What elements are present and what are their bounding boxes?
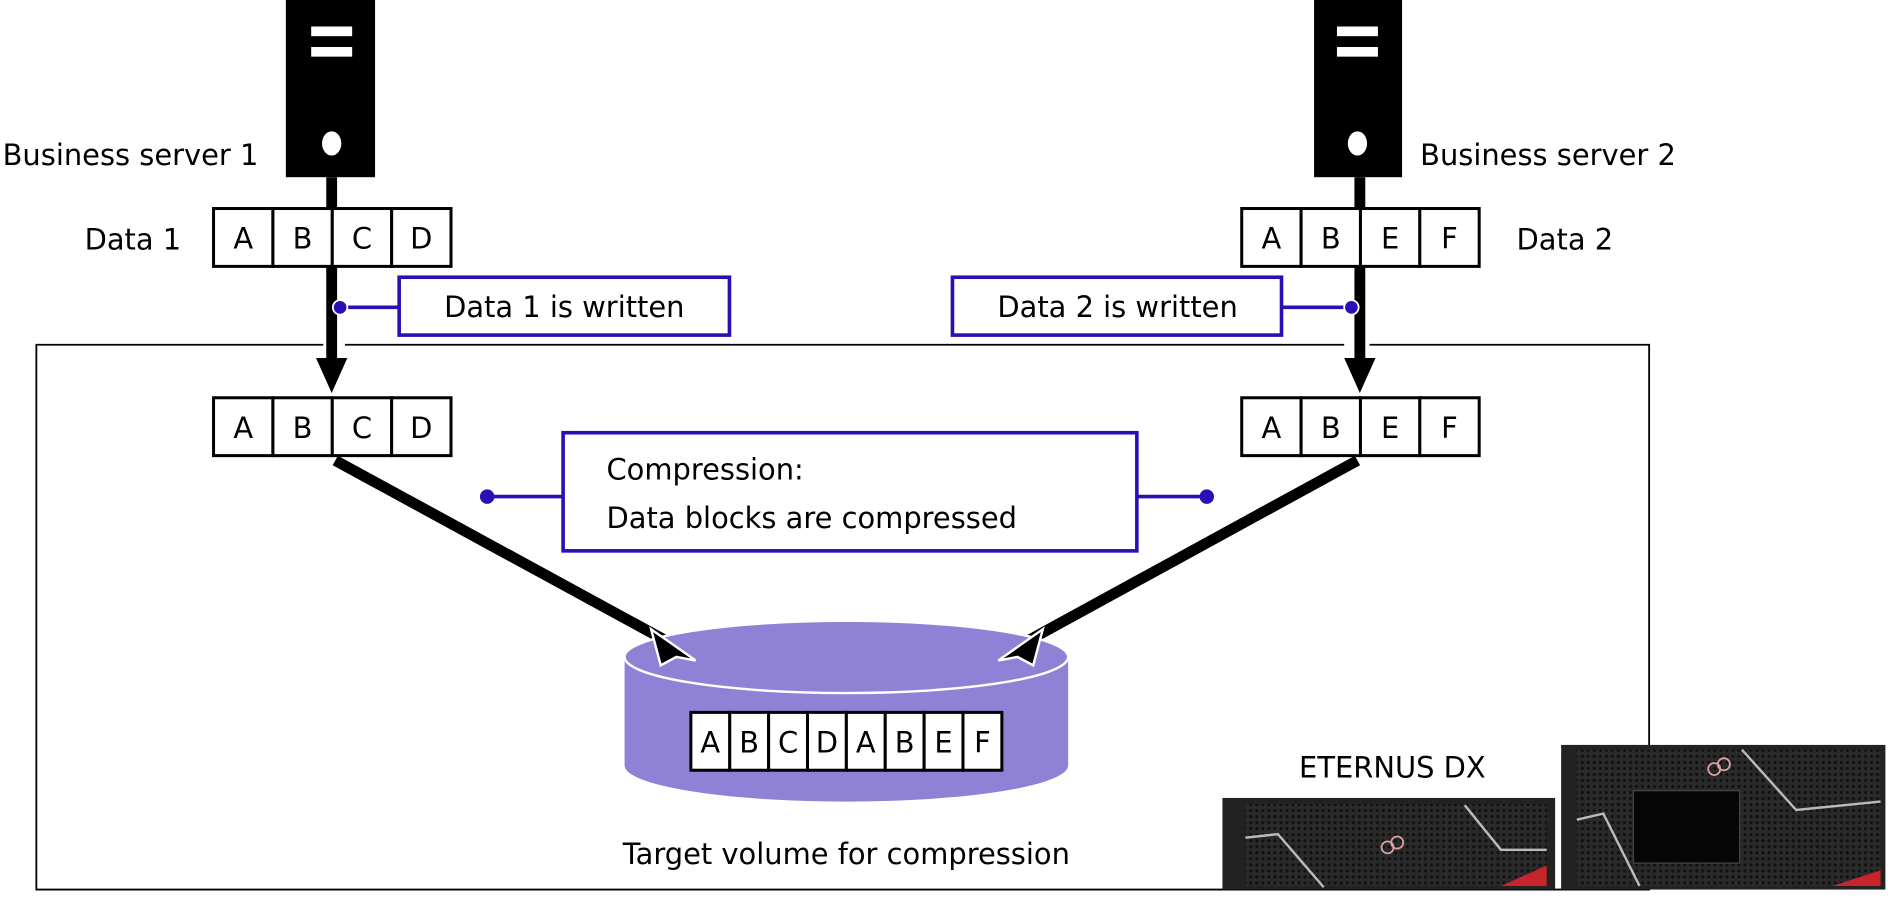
target-volume-label: Target volume for compression (622, 837, 1070, 871)
data-block-label: D (410, 411, 432, 445)
callout-1-text: Data 1 is written (444, 290, 684, 324)
data-block-label: B (293, 411, 313, 445)
server-2-icon (1314, 0, 1403, 178)
data-block-label: B (293, 222, 313, 256)
callout-data-2-written: Data 2 is written (950, 275, 1360, 337)
data-block-label: B (1321, 222, 1341, 256)
data-2-label: Data 2 (1517, 223, 1614, 257)
callout-data-1-written: Data 1 is written (331, 275, 732, 337)
data-block-label: A (233, 411, 253, 445)
data-block-label: F (1441, 411, 1458, 445)
data-block-label: B (895, 726, 915, 760)
server-1-icon (285, 0, 376, 178)
data-block-label: B (1321, 411, 1341, 445)
written-data-2-blocks: ABEF (1240, 396, 1481, 458)
compressed-volume-blocks: ABCDABEF (689, 710, 1004, 772)
data-block-label: E (934, 726, 952, 760)
data-block-label: C (352, 411, 372, 445)
compression-diagram: Business server 1 Data 1 Business server… (3, 0, 1886, 891)
data-block-label: F (1441, 222, 1458, 256)
written-data-1-blocks: A B C D (212, 396, 453, 458)
data-block-label: A (856, 726, 876, 760)
data-1-label: Data 1 (85, 223, 182, 257)
data-block-label: A (1262, 411, 1282, 445)
compression-description: Data blocks are compressed (606, 501, 1016, 535)
data-block-label: A (233, 222, 253, 256)
eternus-dx-device-large-image (1561, 744, 1886, 890)
data-block-label: D (410, 222, 432, 256)
server-1-label: Business server 1 (3, 138, 259, 172)
compression-title: Compression: (606, 453, 803, 487)
write-arrow-1-head (316, 357, 348, 393)
data-block-label: E (1381, 411, 1399, 445)
data-block-label: E (1381, 222, 1399, 256)
data-block-label: D (816, 726, 838, 760)
eternus-dx-device-small-image (1222, 797, 1556, 890)
data-block-label: A (1262, 222, 1282, 256)
data-block-label: C (778, 726, 798, 760)
callout-compression: Compression: Data blocks are compressed (479, 430, 1215, 553)
data-block-label: C (352, 222, 372, 256)
storage-label: ETERNUS DX (1299, 750, 1486, 784)
callout-2-text: Data 2 is written (997, 290, 1237, 324)
data-1-blocks: A B C D (212, 207, 453, 268)
write-arrow-2-head (1344, 357, 1376, 393)
data-block-label: B (739, 726, 759, 760)
data-block-label: F (974, 726, 991, 760)
server-2-label: Business server 2 (1420, 138, 1676, 172)
data-2-blocks: ABEF (1240, 207, 1481, 268)
data-block-label: A (700, 726, 720, 760)
